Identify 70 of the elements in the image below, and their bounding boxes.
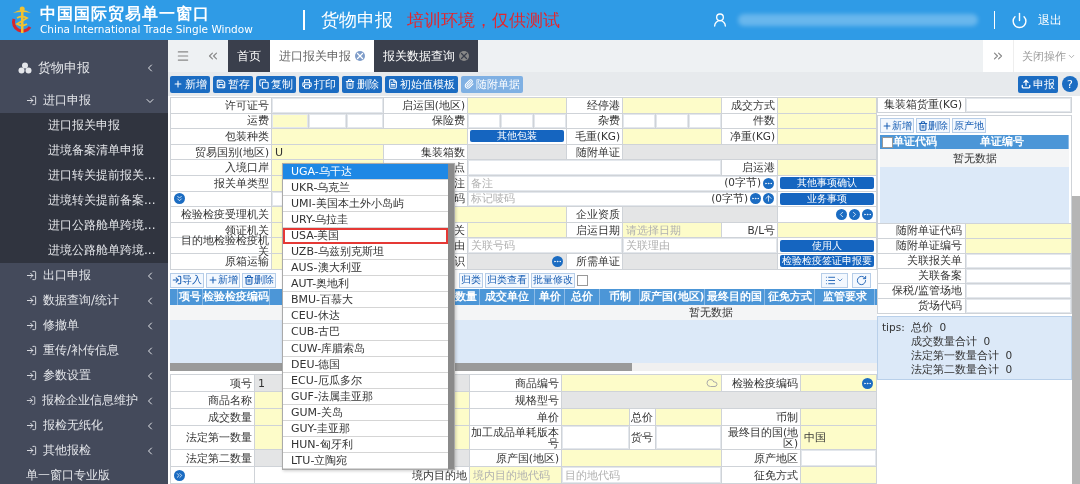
field-label: 毛重(KG) — [574, 131, 621, 142]
field-label: 集装箱数 — [421, 146, 466, 158]
column-header: 项号 — [178, 289, 203, 305]
column-header: 最终目的国 — [705, 289, 765, 305]
field-label: 成交数量 — [208, 411, 253, 423]
field-label: 领证机关 — [225, 224, 270, 236]
field-label: 包装种类 — [225, 131, 270, 142]
field-label: 境内目的地 — [412, 469, 468, 481]
empty-message: 暂无数据 — [880, 149, 1069, 167]
field-label: 规格型号 — [515, 394, 560, 406]
field-label: 单价 — [537, 411, 560, 423]
field-label: 检验检疫受理机关 — [181, 208, 270, 220]
field-label: 原箱运输 — [225, 255, 270, 267]
field-label: 法定第一数量 — [186, 432, 253, 443]
field-label: 原产国(地区) — [495, 452, 560, 464]
field-label: 杂费 — [598, 115, 621, 127]
field-label: 注 — [454, 177, 466, 189]
column-header: 单价 — [535, 289, 565, 305]
app-subtitle: China International Trade Single Window — [40, 23, 253, 36]
field-label: 总价 — [631, 411, 654, 423]
field-label: 运费 — [247, 115, 270, 127]
module-title: 货物申报 — [320, 8, 393, 32]
field-label: 成交方式 — [731, 99, 776, 111]
field-label: 许可证号 — [225, 99, 270, 111]
field-label: 商品编号 — [515, 377, 560, 389]
field-label: 项号 — [230, 377, 253, 389]
tip-line: 法定第一数量合计 0 — [910, 348, 1013, 362]
tip-line: 成交数量合计 0 — [910, 334, 992, 348]
field-label: 保险费 — [432, 115, 466, 127]
field-label: 启运日期 — [576, 224, 621, 236]
field-label: 商品名称 — [208, 394, 253, 406]
column-header: 成交单位 — [480, 289, 535, 305]
column-header: 总价 — [565, 289, 600, 305]
tips-label: tips: — [882, 320, 905, 335]
byte-count: (0字节) — [711, 191, 748, 206]
field-label: 入境口岸 — [225, 162, 270, 174]
field-label: 币制 — [776, 411, 799, 423]
field-label: 随附单证 — [576, 146, 621, 158]
app-title: 中国国际贸易单一窗口 — [40, 4, 211, 23]
field-label: 件数 — [753, 115, 776, 127]
environment-notice: 培训环境，仅供测试 — [406, 8, 560, 32]
field-label: 企业资质 — [576, 208, 621, 220]
field-label: 检验检疫编码 — [732, 377, 799, 389]
tip-line: 法定第二数量合计 0 — [910, 362, 1013, 376]
field-label: B/L号 — [747, 224, 776, 236]
field-label: 净重(KG) — [729, 131, 776, 142]
field-label: 货号 — [631, 432, 654, 443]
column-header: 币制 — [600, 289, 640, 305]
field-label: 最终目的国(地区) — [726, 426, 799, 449]
column-header: 检验检疫编码 — [203, 289, 270, 305]
field-label: 识 — [454, 255, 466, 267]
byte-count: (0字节) — [724, 176, 761, 191]
tip-line: 总价 0 — [910, 320, 948, 334]
column-header: 监管要求 — [815, 289, 875, 305]
field-label: 由 — [454, 240, 466, 252]
field-label: 原产地区 — [754, 452, 799, 464]
field-label: 报关单类型 — [214, 177, 270, 189]
field-label: 贸易国别(地区) — [194, 146, 270, 158]
field-label: 启运国(地区) — [401, 99, 466, 111]
field-label: 经停港 — [587, 99, 621, 111]
field-label: 征免方式 — [754, 469, 799, 481]
field-label: 点 — [454, 162, 466, 174]
column-header: 原产国(地区) — [640, 289, 705, 305]
field-label: 法定第二数量 — [186, 452, 253, 464]
field-label: 目的地检验检疫机关 — [180, 234, 270, 257]
field-label: 所需单证 — [576, 255, 621, 267]
column-header: 征免方式 — [765, 289, 815, 305]
field-label: 关 — [454, 224, 466, 236]
field-label: 加工成品单耗版本号 — [470, 426, 560, 449]
field-label: 启运港 — [742, 162, 776, 174]
